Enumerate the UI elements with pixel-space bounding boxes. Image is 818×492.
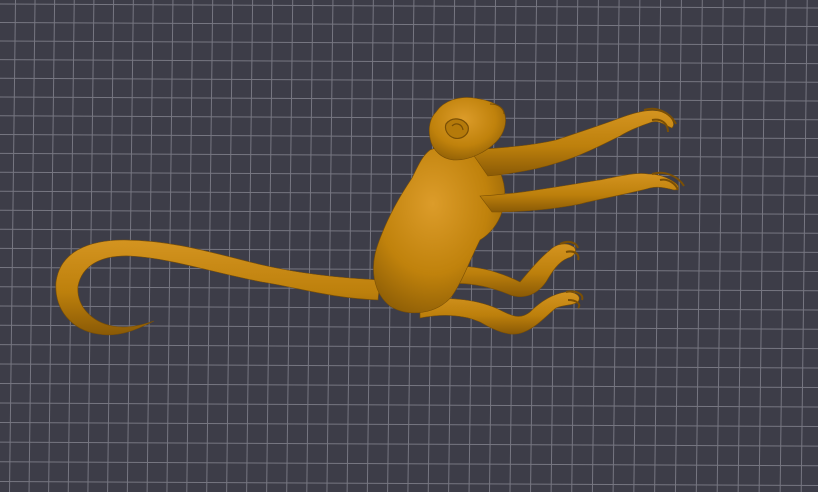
grid-line (654, 0, 662, 492)
monkey-arm-far[interactable] (479, 173, 679, 213)
grid-line (28, 0, 36, 492)
grid-line (266, 0, 274, 492)
grid-line (0, 77, 818, 83)
grid-line (591, 0, 599, 492)
grid-line (346, 0, 354, 492)
grid-line (206, 0, 214, 492)
grid-line (0, 152, 818, 158)
grid-line (0, 115, 818, 121)
grid-line (48, 0, 56, 492)
grid-line (758, 0, 766, 492)
3d-viewport[interactable] (0, 0, 818, 492)
grid-line (779, 0, 787, 492)
grid-line (0, 3, 818, 9)
grid-line (0, 461, 818, 467)
grid-line (67, 0, 75, 492)
grid-line (0, 481, 818, 486)
grid-line (612, 0, 620, 492)
grid-line (286, 0, 294, 492)
grid-line (800, 0, 808, 492)
grid-line (0, 134, 818, 140)
grid-line (186, 0, 194, 492)
grid-line (246, 0, 254, 492)
viewport-canvas[interactable] (0, 0, 818, 492)
grid-line (306, 0, 314, 492)
monkey-ear (444, 118, 469, 139)
grid-line (633, 0, 641, 492)
grid-line (0, 40, 818, 46)
grid-line (0, 96, 818, 102)
grid-line (737, 0, 745, 492)
grid-line (9, 0, 16, 492)
grid-line (366, 0, 374, 492)
grid-line (695, 0, 703, 492)
grid-line (226, 0, 234, 492)
grid-line (0, 22, 818, 27)
grid-line (716, 0, 724, 492)
grid-line (674, 0, 682, 492)
grid-line (530, 0, 538, 492)
grid-line (0, 59, 818, 65)
grid-line (326, 0, 334, 492)
grid-line (0, 171, 818, 177)
grid-line (489, 0, 496, 492)
grid-line (0, 344, 818, 350)
grid-line (509, 0, 517, 492)
